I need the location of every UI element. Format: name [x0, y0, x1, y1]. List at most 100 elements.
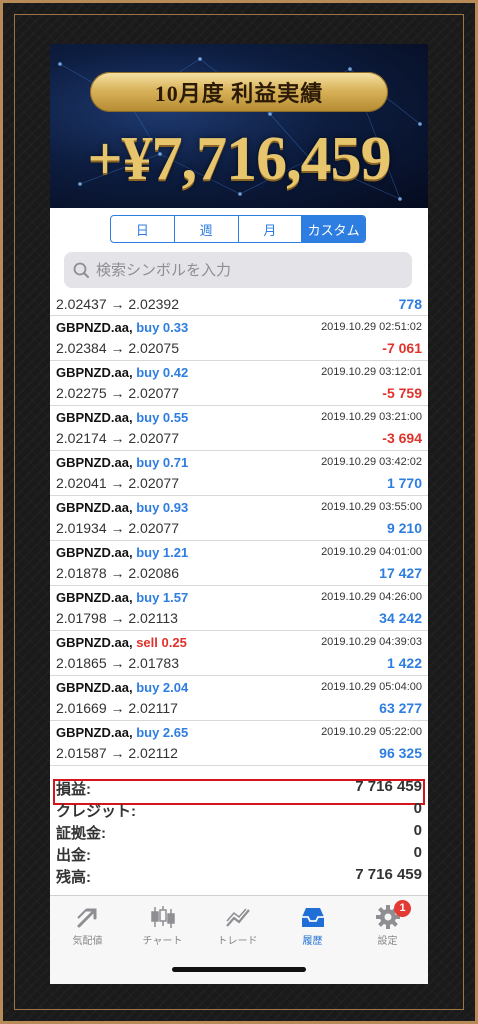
trade-prices: 2.01798 → 2.02113: [56, 610, 178, 626]
list-item[interactable]: GBPNZD.aa, buy 0.42 2019.10.29 03:12:01 2.…: [50, 361, 428, 406]
trade-profit: 9 210: [386, 520, 422, 536]
symbol-text: GBPNZD.aa,: [56, 455, 133, 470]
search-icon: [64, 252, 94, 288]
tab-settings[interactable]: 1 設定: [350, 900, 425, 947]
trade-prices: 2.02384 → 2.02075: [56, 340, 179, 356]
list-item[interactable]: GBPNZD.aa, buy 2.65 2019.10.29 05:22:00 2.…: [50, 721, 428, 766]
trade-profit: -5 759: [382, 385, 422, 401]
trade-side: buy 2.04: [136, 680, 189, 695]
summary-value: 7 716 459: [355, 866, 422, 883]
list-item[interactable]: GBPNZD.aa, buy 0.33 2019.10.29 02:51:02 2.…: [50, 316, 428, 361]
list-item[interactable]: GBPNZD.aa, buy 1.21 2019.10.29 04:01:00 2.…: [50, 541, 428, 586]
trade-side: sell 0.25: [136, 635, 187, 650]
list-item-partial[interactable]: 2.02437 → 2.02392 778: [50, 294, 428, 316]
trade-symbol: GBPNZD.aa, buy 0.71: [56, 455, 188, 470]
trade-profit: 778: [398, 296, 422, 312]
summary-value: 0: [413, 822, 422, 839]
list-item[interactable]: GBPNZD.aa, sell 0.25 2019.10.29 04:39:03 2…: [50, 631, 428, 676]
trade-profit: 34 242: [379, 610, 422, 626]
trade-profit: 96 325: [379, 745, 422, 761]
tab-custom[interactable]: カスタム: [301, 216, 365, 242]
trade-profit: 17 427: [379, 565, 422, 581]
trade-prices: 2.01878 → 2.02086: [56, 565, 179, 581]
symbol-text: GBPNZD.aa,: [56, 635, 133, 650]
trade-side: buy 1.57: [136, 590, 189, 605]
symbol-text: GBPNZD.aa,: [56, 680, 133, 695]
list-item[interactable]: GBPNZD.aa, buy 1.57 2019.10.29 04:26:00 2.…: [50, 586, 428, 631]
trade-time: 2019.10.29 04:01:00: [321, 546, 422, 558]
trade-side: buy 2.65: [136, 725, 189, 740]
list-item[interactable]: GBPNZD.aa, buy 2.04 2019.10.29 05:04:00 2.…: [50, 676, 428, 721]
trade-time: 2019.10.29 04:39:03: [321, 636, 422, 648]
trade-time: 2019.10.29 03:42:02: [321, 456, 422, 468]
trade-prices: 2.02174 → 2.02077: [56, 430, 179, 446]
tab-week[interactable]: 週: [173, 216, 238, 242]
tab-label: トレード: [217, 936, 258, 947]
trade-symbol: GBPNZD.aa, buy 0.33: [56, 320, 188, 335]
bottom-tab-bar: 気配値 チャート トレード 履歴 1 設定: [50, 895, 428, 984]
trade-side: buy 1.21: [136, 545, 189, 560]
banner-title: 10月度 利益実績: [90, 72, 388, 112]
trade-side: buy 0.55: [136, 410, 189, 425]
trade-symbol: GBPNZD.aa, buy 0.93: [56, 500, 188, 515]
summary-label: 証拠金:: [56, 825, 106, 842]
trade-symbol: GBPNZD.aa, buy 2.65: [56, 725, 188, 740]
trade-profit: -7 061: [382, 340, 422, 356]
trade-time: 2019.10.29 04:26:00: [321, 591, 422, 603]
tab-quotes[interactable]: 気配値: [50, 904, 125, 947]
trade-symbol: GBPNZD.aa, buy 1.21: [56, 545, 188, 560]
symbol-text: GBPNZD.aa,: [56, 725, 133, 740]
trade-time: 2019.10.29 05:04:00: [321, 681, 422, 693]
trade-side: buy 0.71: [136, 455, 189, 470]
symbol-text: GBPNZD.aa,: [56, 500, 133, 515]
account-summary: 損益: 7 716 459 クレジット: 0 証拠金: 0 出金: 0 残高: …: [50, 775, 428, 886]
summary-value: 0: [413, 800, 422, 817]
trade-symbol: GBPNZD.aa, buy 0.42: [56, 365, 188, 380]
list-item[interactable]: GBPNZD.aa, buy 0.71 2019.10.29 03:42:02 2.…: [50, 451, 428, 496]
summary-credit-row: クレジット: 0: [50, 797, 428, 820]
candlestick-chart-icon: [150, 906, 175, 928]
trade-time: 2019.10.29 05:22:00: [321, 726, 422, 738]
search-input[interactable]: [94, 260, 398, 280]
tab-chart[interactable]: チャート: [125, 904, 200, 947]
tab-trade[interactable]: トレード: [200, 904, 275, 947]
list-item[interactable]: GBPNZD.aa, buy 0.93 2019.10.29 03:55:00 2.…: [50, 496, 428, 541]
summary-value: 0: [413, 844, 422, 861]
tab-history[interactable]: 履歴: [275, 904, 350, 947]
trade-side: buy 0.33: [136, 320, 189, 335]
trade-prices: 2.02437 → 2.02392: [56, 296, 179, 312]
trade-prices: 2.01934 → 2.02077: [56, 520, 179, 536]
summary-label: クレジット:: [56, 803, 136, 820]
trade-history-list: 2.02437 → 2.02392 778 GBPNZD.aa, buy 0.3…: [50, 294, 428, 766]
trade-profit: 1 770: [386, 475, 422, 491]
quotes-arrow-icon: [76, 908, 96, 928]
banner-amount: +¥7,716,459: [87, 125, 391, 193]
home-indicator: [172, 967, 306, 972]
period-segmented-control: 日 週 月 カスタム: [110, 215, 366, 243]
trade-side: buy 0.93: [136, 500, 189, 515]
summary-profit-row: 損益: 7 716 459: [50, 775, 428, 798]
trade-prices: 2.01669 → 2.02117: [56, 700, 178, 716]
trade-prices: 2.01865 → 2.01783: [56, 655, 179, 671]
trade-time: 2019.10.29 02:51:02: [321, 321, 422, 333]
symbol-text: GBPNZD.aa,: [56, 410, 133, 425]
trade-symbol: GBPNZD.aa, buy 2.04: [56, 680, 188, 695]
tab-day[interactable]: 日: [111, 216, 174, 242]
tab-label: 履歴: [302, 936, 323, 947]
notification-badge: 1: [394, 900, 411, 917]
trade-time: 2019.10.29 03:12:01: [321, 366, 422, 378]
search-bar: [64, 252, 412, 288]
trade-profit: 63 277: [379, 700, 422, 716]
trade-profit: 1 422: [386, 655, 422, 671]
tab-label: 設定: [377, 936, 398, 947]
trade-profit: -3 694: [382, 430, 422, 446]
trade-prices: 2.02275 → 2.02077: [56, 385, 179, 401]
tab-month[interactable]: 月: [237, 216, 302, 242]
summary-value: 7 716 459: [355, 778, 422, 795]
symbol-text: GBPNZD.aa,: [56, 320, 133, 335]
tab-label: 気配値: [72, 936, 103, 947]
list-item[interactable]: GBPNZD.aa, buy 0.55 2019.10.29 03:21:00 2.…: [50, 406, 428, 451]
trade-side: buy 0.42: [136, 365, 189, 380]
trade-time: 2019.10.29 03:55:00: [321, 501, 422, 513]
trade-line-icon: [225, 908, 250, 927]
